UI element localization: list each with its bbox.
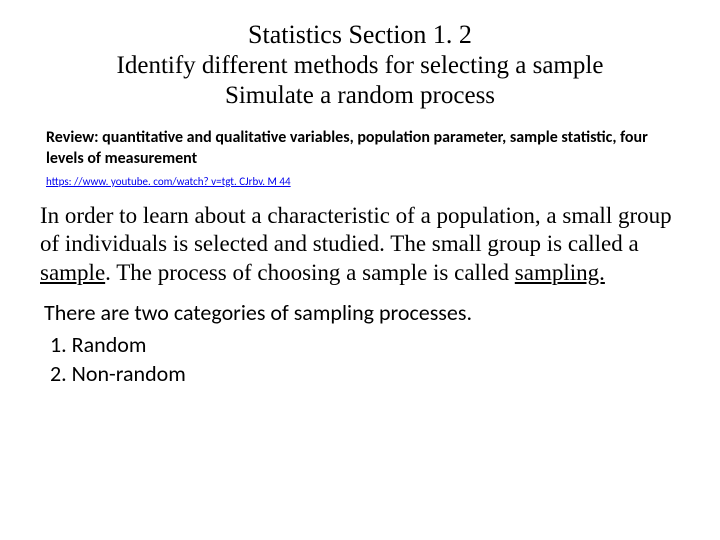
body-text-segment: In order to learn about a characteristic… (40, 203, 672, 257)
review-text: Review: quantitative and qualitative var… (46, 128, 674, 170)
title-block: Statistics Section 1. 2 Identify differe… (40, 20, 680, 110)
term-sample: sample (40, 260, 105, 285)
list-intro: There are two categories of sampling pro… (44, 298, 680, 328)
list-item: 1. Random (44, 330, 680, 360)
page-title-line3: Simulate a random process (40, 82, 680, 110)
page-title-line2: Identify different methods for selecting… (40, 52, 680, 80)
categories-list: There are two categories of sampling pro… (44, 298, 680, 389)
list-item: 2. Non-random (44, 359, 680, 389)
term-sampling: sampling. (515, 260, 605, 285)
youtube-link[interactable]: https: //www. youtube. com/watch? v=tgt.… (46, 175, 291, 188)
page-title-line1: Statistics Section 1. 2 (40, 20, 680, 50)
body-paragraph: In order to learn about a characteristic… (40, 202, 680, 288)
body-text-segment: . The process of choosing a sample is ca… (105, 260, 515, 285)
